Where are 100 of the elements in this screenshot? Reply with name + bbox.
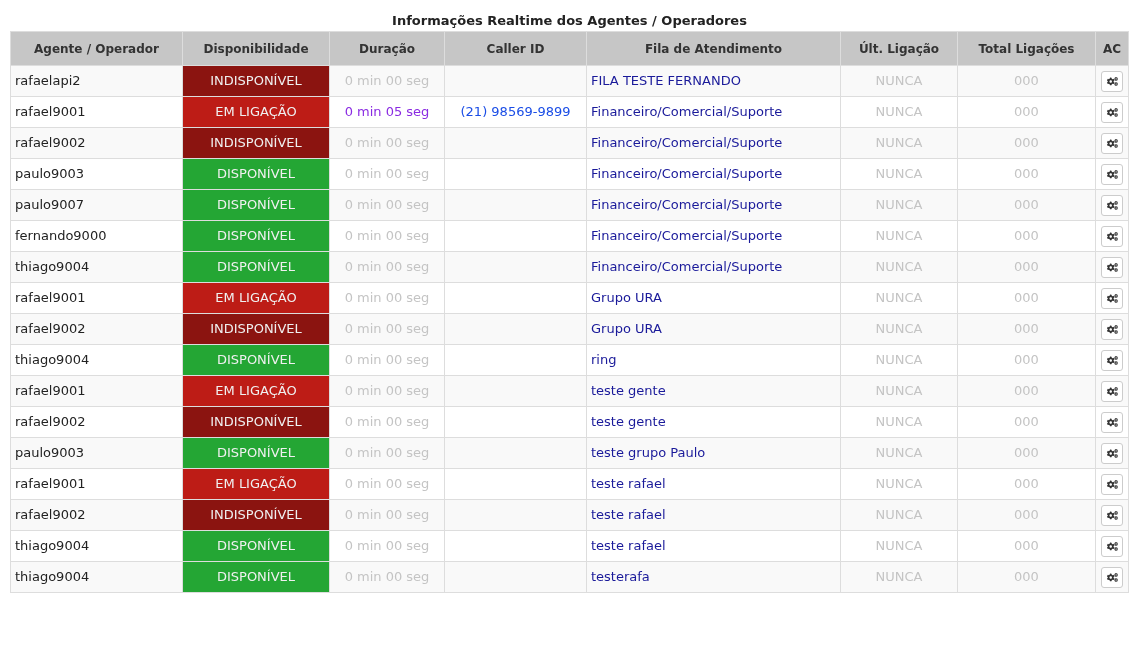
agent-cell: rafael9002 — [10, 313, 183, 345]
queue-cell: Financeiro/Comercial/Suporte — [586, 96, 841, 128]
status-cell: INDISPONÍVEL — [182, 127, 330, 159]
settings-icon — [1106, 293, 1118, 304]
agent-cell: rafael9002 — [10, 127, 183, 159]
settings-button[interactable] — [1101, 474, 1123, 495]
last-call-cell: NUNCA — [840, 158, 958, 190]
queue-cell: teste rafael — [586, 468, 841, 500]
queue-cell: teste gente — [586, 375, 841, 407]
last-call-cell: NUNCA — [840, 282, 958, 314]
column-header: Agente / Operador — [10, 31, 183, 66]
last-call-cell: NUNCA — [840, 344, 958, 376]
queue-cell: ring — [586, 344, 841, 376]
duration-cell: 0 min 00 seg — [329, 530, 445, 562]
settings-button[interactable] — [1101, 319, 1123, 340]
status-cell: INDISPONÍVEL — [182, 406, 330, 438]
total-calls-cell: 000 — [957, 158, 1096, 190]
agent-cell: rafael9002 — [10, 406, 183, 438]
settings-button[interactable] — [1101, 133, 1123, 154]
column-header: Duração — [329, 31, 445, 66]
settings-button[interactable] — [1101, 257, 1123, 278]
queue-cell: Grupo URA — [586, 282, 841, 314]
settings-button[interactable] — [1101, 164, 1123, 185]
table-title: Informações Realtime dos Agentes / Operadores — [391, 12, 748, 30]
total-calls-cell: 000 — [957, 530, 1096, 562]
agent-cell: thiago9004 — [10, 561, 183, 593]
settings-icon — [1106, 231, 1118, 242]
total-calls-cell: 000 — [957, 344, 1096, 376]
settings-button[interactable] — [1101, 381, 1123, 402]
total-calls-cell: 000 — [957, 220, 1096, 252]
status-cell: DISPONÍVEL — [182, 561, 330, 593]
queue-cell: Grupo URA — [586, 313, 841, 345]
settings-button[interactable] — [1101, 288, 1123, 309]
settings-button[interactable] — [1101, 412, 1123, 433]
duration-cell: 0 min 00 seg — [329, 344, 445, 376]
queue-cell: FILA TESTE FERNANDO — [586, 65, 841, 97]
status-cell: EM LIGAÇÃO — [182, 282, 330, 314]
status-cell: EM LIGAÇÃO — [182, 375, 330, 407]
settings-icon — [1106, 324, 1118, 335]
column-header: Caller ID — [444, 31, 587, 66]
duration-cell: 0 min 00 seg — [329, 158, 445, 190]
queue-cell: testerafa — [586, 561, 841, 593]
status-cell: INDISPONÍVEL — [182, 313, 330, 345]
status-cell: DISPONÍVEL — [182, 189, 330, 221]
settings-button[interactable] — [1101, 505, 1123, 526]
settings-button[interactable] — [1101, 195, 1123, 216]
settings-icon — [1106, 262, 1118, 273]
settings-icon — [1106, 355, 1118, 366]
total-calls-cell: 000 — [957, 406, 1096, 438]
queue-cell: teste gente — [586, 406, 841, 438]
agent-cell: rafaelapi2 — [10, 65, 183, 97]
column-header: Disponibilidade — [182, 31, 330, 66]
queue-cell: teste rafael — [586, 499, 841, 531]
settings-icon — [1106, 76, 1118, 87]
caller-id-cell: (21) 98569-9899 — [444, 96, 587, 128]
agent-cell: thiago9004 — [10, 530, 183, 562]
status-cell: DISPONÍVEL — [182, 530, 330, 562]
agent-cell: thiago9004 — [10, 344, 183, 376]
last-call-cell: NUNCA — [840, 406, 958, 438]
agent-cell: rafael9001 — [10, 375, 183, 407]
queue-cell: Financeiro/Comercial/Suporte — [586, 127, 841, 159]
status-cell: DISPONÍVEL — [182, 437, 330, 469]
settings-icon — [1106, 448, 1118, 459]
queue-cell: Financeiro/Comercial/Suporte — [586, 220, 841, 252]
settings-button[interactable] — [1101, 536, 1123, 557]
settings-button[interactable] — [1101, 567, 1123, 588]
agent-cell: thiago9004 — [10, 251, 183, 283]
agent-cell: paulo9003 — [10, 437, 183, 469]
column-header: Fila de Atendimento — [586, 31, 841, 66]
queue-cell: Financeiro/Comercial/Suporte — [586, 189, 841, 221]
last-call-cell: NUNCA — [840, 96, 958, 128]
status-cell: DISPONÍVEL — [182, 220, 330, 252]
status-cell: INDISPONÍVEL — [182, 499, 330, 531]
settings-button[interactable] — [1101, 102, 1123, 123]
duration-cell: 0 min 00 seg — [329, 220, 445, 252]
agent-cell: paulo9003 — [10, 158, 183, 190]
settings-button[interactable] — [1101, 226, 1123, 247]
status-cell: INDISPONÍVEL — [182, 65, 330, 97]
duration-cell: 0 min 05 seg — [329, 96, 445, 128]
agent-cell: rafael9002 — [10, 499, 183, 531]
agent-cell: rafael9001 — [10, 282, 183, 314]
settings-icon — [1106, 138, 1118, 149]
column-header: AC — [1095, 31, 1129, 66]
settings-icon — [1106, 541, 1118, 552]
settings-icon — [1106, 169, 1118, 180]
settings-icon — [1106, 510, 1118, 521]
settings-button[interactable] — [1101, 350, 1123, 371]
settings-button[interactable] — [1101, 71, 1123, 92]
last-call-cell: NUNCA — [840, 468, 958, 500]
settings-icon — [1106, 572, 1118, 583]
duration-cell: 0 min 00 seg — [329, 468, 445, 500]
settings-icon — [1106, 386, 1118, 397]
agent-cell: paulo9007 — [10, 189, 183, 221]
queue-cell: Financeiro/Comercial/Suporte — [586, 251, 841, 283]
agent-cell: rafael9001 — [10, 468, 183, 500]
duration-cell: 0 min 00 seg — [329, 406, 445, 438]
status-cell: EM LIGAÇÃO — [182, 96, 330, 128]
last-call-cell: NUNCA — [840, 220, 958, 252]
duration-cell: 0 min 00 seg — [329, 282, 445, 314]
settings-button[interactable] — [1101, 443, 1123, 464]
